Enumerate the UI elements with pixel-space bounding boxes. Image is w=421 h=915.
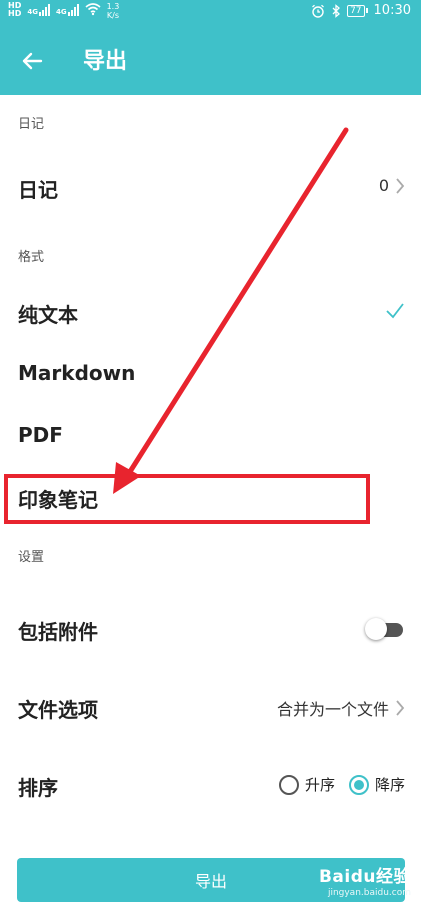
status-left: HD HD 4G 4G 1.3 K/s bbox=[8, 2, 120, 21]
speed-unit: K/s bbox=[106, 11, 120, 20]
speed-value: 1.3 bbox=[106, 2, 120, 11]
toggle-knob bbox=[365, 618, 387, 640]
watermark-sub: jingyan.baidu.com bbox=[327, 888, 411, 898]
sort-descending-label: 降序 bbox=[374, 776, 405, 794]
format-label-markdown: Markdown bbox=[18, 361, 136, 385]
chevron-right-icon bbox=[396, 700, 405, 716]
sort-descending-radio[interactable] bbox=[348, 774, 369, 795]
network-type: HD HD bbox=[8, 2, 21, 18]
bluetooth-icon bbox=[332, 3, 341, 18]
file-options-value: 合并为一个文件 bbox=[276, 700, 389, 719]
attachments-label: 包括附件 bbox=[18, 620, 98, 644]
network-speed: 1.3 K/s bbox=[107, 2, 120, 20]
signal-label-2: 4G bbox=[55, 8, 67, 16]
checkmark-icon bbox=[386, 303, 404, 319]
attachments-toggle[interactable] bbox=[365, 618, 403, 640]
back-arrow-icon[interactable] bbox=[20, 49, 44, 73]
signal-label: 4G bbox=[27, 8, 38, 16]
network-label-bottom: HD bbox=[8, 9, 22, 18]
wifi-icon bbox=[85, 3, 101, 16]
watermark-main: Baidu经验 bbox=[318, 867, 411, 887]
alarm-icon bbox=[312, 4, 325, 18]
annotation-highlight-box bbox=[4, 474, 370, 524]
sort-radio-group: 升序 降序 bbox=[278, 774, 405, 795]
sort-label: 排序 bbox=[18, 776, 58, 800]
chevron-right-icon bbox=[396, 177, 405, 194]
diary-row[interactable]: 日记 0 bbox=[0, 162, 421, 212]
section-header-format: 格式 bbox=[18, 250, 45, 265]
app-bar: HD HD 4G 4G 1.3 K/s 77 10:30 导出 bbox=[0, 0, 421, 95]
diary-row-label: 日记 bbox=[18, 178, 58, 202]
status-bar: HD HD 4G 4G 1.3 K/s 77 10:30 bbox=[0, 0, 421, 26]
file-options-row[interactable]: 文件选项 合并为一个文件 bbox=[0, 684, 421, 732]
file-options-right: 合并为一个文件 bbox=[277, 696, 405, 720]
signal-icon-2: 4G bbox=[56, 2, 79, 16]
sort-ascending-radio[interactable] bbox=[278, 774, 299, 795]
page-title: 导出 bbox=[83, 49, 128, 74]
section-header-diary: 日记 bbox=[18, 117, 45, 132]
sort-row: 排序 升序 降序 bbox=[0, 762, 421, 810]
attachments-row: 包括附件 bbox=[0, 606, 421, 654]
battery-level: 77 bbox=[347, 4, 365, 17]
battery-icon: 77 bbox=[347, 4, 368, 17]
baidu-watermark: Baidu经验 jingyan.baidu.com bbox=[319, 862, 411, 898]
status-right: 77 10:30 bbox=[311, 3, 411, 18]
format-option-plain-text[interactable]: 纯文本 bbox=[0, 290, 421, 334]
export-button-label: 导出 bbox=[194, 872, 227, 891]
clock: 10:30 bbox=[373, 3, 411, 18]
diary-row-right: 0 bbox=[379, 176, 405, 195]
title-row: 导出 bbox=[0, 45, 421, 79]
section-header-settings: 设置 bbox=[18, 550, 45, 565]
file-options-label: 文件选项 bbox=[18, 698, 98, 722]
sort-ascending-label: 升序 bbox=[304, 776, 335, 794]
format-option-markdown[interactable]: Markdown bbox=[0, 352, 421, 396]
format-option-pdf[interactable]: PDF bbox=[0, 414, 421, 458]
signal-icon: 4G bbox=[27, 2, 50, 16]
diary-count: 0 bbox=[378, 176, 389, 195]
format-label-pdf: PDF bbox=[18, 423, 63, 447]
format-label-plain-text: 纯文本 bbox=[18, 303, 78, 327]
